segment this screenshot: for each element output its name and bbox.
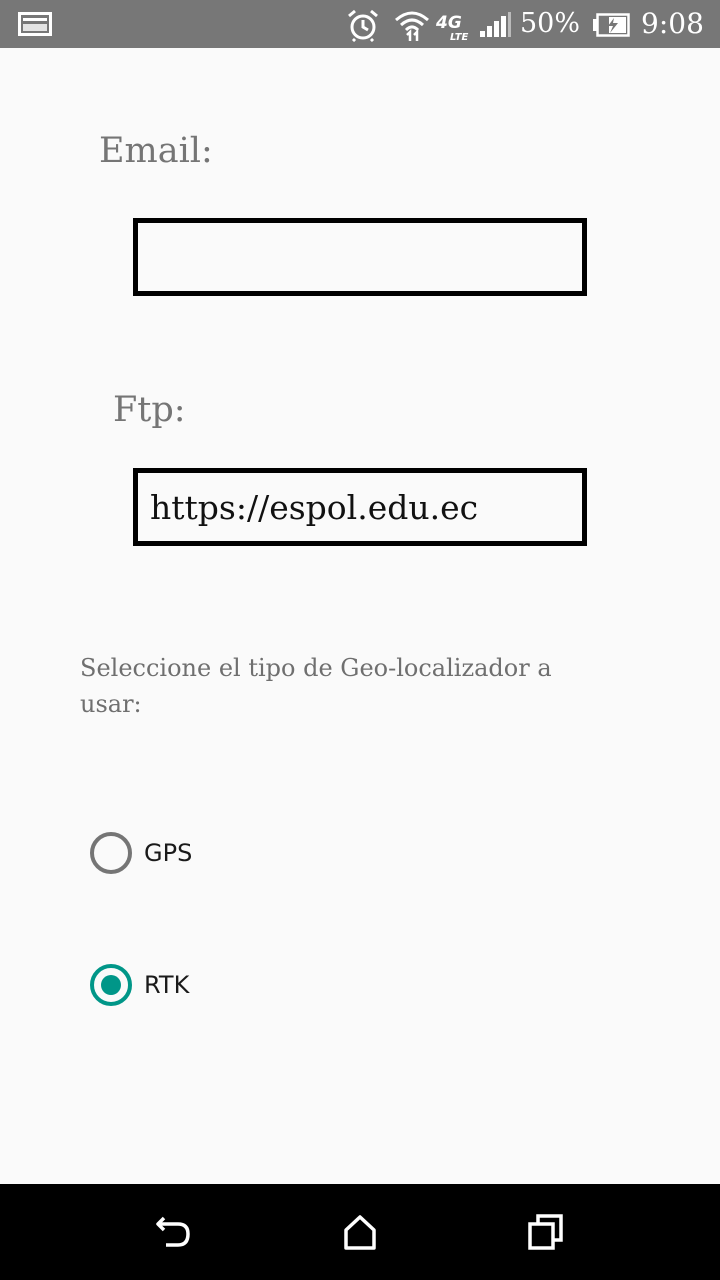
email-field[interactable]	[133, 218, 587, 296]
battery-charging-icon	[593, 13, 630, 37]
ftp-field[interactable]	[133, 468, 587, 546]
ftp-label: Ftp:	[113, 390, 186, 430]
rtk-radio-option[interactable]: RTK	[90, 963, 189, 1007]
navigation-bar	[0, 1184, 720, 1280]
rtk-radio-label[interactable]: RTK	[144, 971, 189, 999]
email-label: Email:	[99, 131, 213, 171]
gps-radio-button[interactable]	[90, 832, 132, 874]
rtk-radio-button[interactable]	[90, 964, 132, 1006]
clock-time: 9:08	[641, 7, 704, 40]
gps-radio-label[interactable]: GPS	[144, 839, 192, 867]
4g-lte-icon: 4G LTE	[436, 13, 469, 42]
gps-radio-option[interactable]: GPS	[90, 831, 192, 875]
geolocator-prompt: Seleccione el tipo de Geo-localizador a …	[80, 654, 552, 718]
recents-icon[interactable]	[526, 1212, 566, 1252]
notification-icon	[18, 12, 52, 36]
battery-percent: 50%	[520, 8, 581, 39]
signal-icon	[480, 12, 511, 37]
status-bar: 4G LTE 50% 9:08	[0, 0, 720, 48]
svg-text:LTE: LTE	[450, 32, 469, 42]
wifi-icon	[395, 11, 429, 41]
back-icon[interactable]	[154, 1212, 194, 1252]
radio-selected-dot	[101, 975, 121, 995]
home-icon[interactable]	[340, 1212, 380, 1252]
svg-text:4G: 4G	[436, 13, 462, 33]
alarm-icon	[348, 9, 378, 42]
